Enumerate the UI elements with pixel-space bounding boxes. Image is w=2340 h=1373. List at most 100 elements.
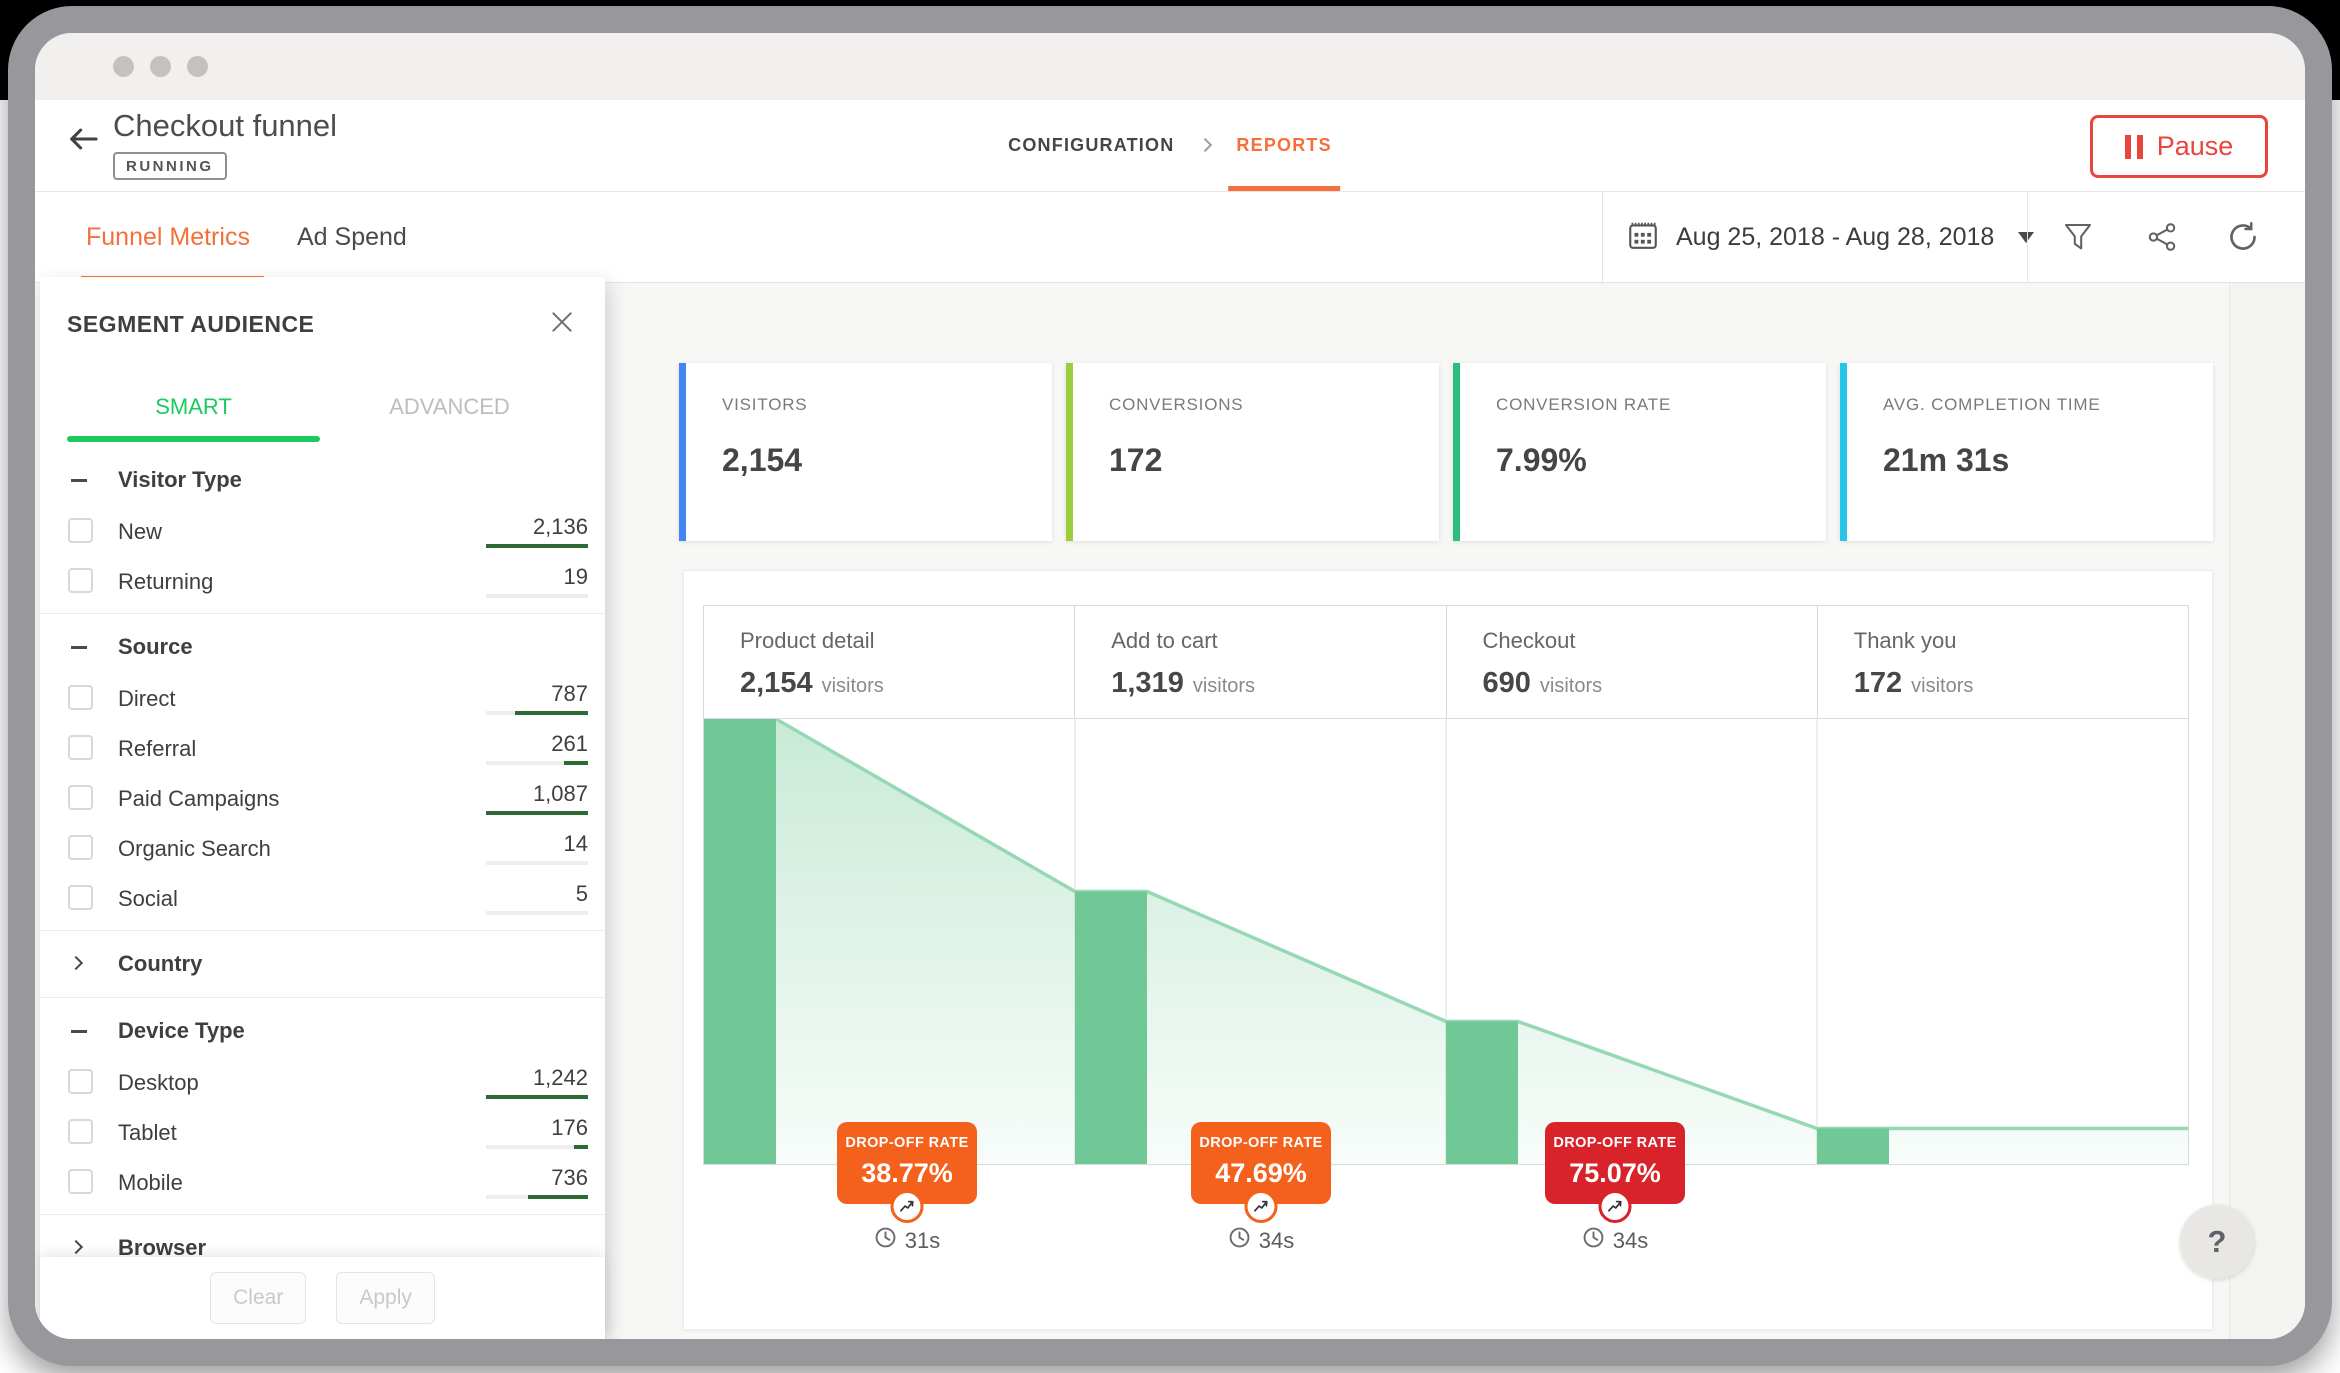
pause-button[interactable]: Pause xyxy=(2090,115,2268,178)
filter-label: Tablet xyxy=(118,1108,177,1158)
dropoff-badge-1: DROP-OFF RATE38.77% xyxy=(837,1122,977,1204)
count-bar-fill xyxy=(515,711,588,715)
filter-item-direct: Direct787 xyxy=(40,674,605,724)
filter-label: Referral xyxy=(118,724,196,774)
tab-funnel-metrics[interactable]: Funnel Metrics xyxy=(86,192,250,282)
section-header-visitor-type[interactable]: Visitor Type xyxy=(40,453,605,507)
funnel-bar-product-detail xyxy=(704,719,776,1164)
checkbox[interactable] xyxy=(68,685,93,710)
filter-count: 5 xyxy=(486,881,588,915)
filter-count: 2,136 xyxy=(486,514,588,548)
stat-label: CONVERSIONS xyxy=(1109,395,1439,415)
filter-count: 736 xyxy=(486,1165,588,1199)
checkbox[interactable] xyxy=(68,785,93,810)
trend-icon[interactable] xyxy=(1245,1190,1278,1223)
filter-count-value: 1,242 xyxy=(533,1065,588,1090)
tab-label: Ad Spend xyxy=(297,223,407,252)
checkbox[interactable] xyxy=(68,885,93,910)
checkbox[interactable] xyxy=(68,835,93,860)
close-icon[interactable] xyxy=(544,305,580,341)
tab-advanced[interactable]: ADVANCED xyxy=(323,372,576,442)
date-range-value: Aug 25, 2018 - Aug 28, 2018 xyxy=(1676,223,1994,252)
checkbox[interactable] xyxy=(68,1169,93,1194)
avg-time-value: 34s xyxy=(1259,1228,1294,1254)
stage-visitors: 1,319visitors xyxy=(1111,667,1445,700)
checkbox[interactable] xyxy=(68,568,93,593)
funnel-chart-svg xyxy=(704,719,2188,1164)
refresh-icon[interactable] xyxy=(2221,215,2265,259)
filter-item-new: New 2,136 xyxy=(40,507,605,557)
section-label: Visitor Type xyxy=(118,453,242,507)
stage-name: Checkout xyxy=(1483,628,1817,654)
share-icon[interactable] xyxy=(2140,215,2184,259)
avg-time-value: 31s xyxy=(905,1228,940,1254)
section-header-device-type[interactable]: Device Type xyxy=(40,1004,605,1058)
count-bar-fill xyxy=(486,1095,588,1099)
funnel-table: Product detail2,154visitorsAdd to cart1,… xyxy=(703,605,2189,1165)
filter-count: 14 xyxy=(486,831,588,865)
filter-label: New xyxy=(118,507,162,557)
filter-count: 1,087 xyxy=(486,781,588,815)
filter-item-paid-campaigns: Paid Campaigns1,087 xyxy=(40,774,605,824)
section-header-country[interactable]: Country xyxy=(40,937,605,991)
tab-smart[interactable]: SMART xyxy=(67,372,320,442)
help-button[interactable]: ? xyxy=(2180,1205,2254,1279)
tab-label: SMART xyxy=(155,394,232,420)
filter-count-value: 14 xyxy=(564,831,588,856)
checkbox[interactable] xyxy=(68,518,93,543)
stat-value: 172 xyxy=(1109,442,1439,479)
count-bar-track xyxy=(486,544,588,548)
filter-count: 1,242 xyxy=(486,1065,588,1099)
avg-time-value: 34s xyxy=(1613,1228,1648,1254)
dropoff-avg-time: 34s xyxy=(1191,1226,1331,1255)
stage-visitors: 172visitors xyxy=(1854,667,2188,700)
back-icon[interactable] xyxy=(61,118,105,162)
page-title: Checkout funnel xyxy=(113,108,337,144)
filter-count-value: 787 xyxy=(551,681,588,706)
funnel-stage-product-detail: Product detail2,154visitors xyxy=(704,606,1075,718)
tab-ad-spend[interactable]: Ad Spend xyxy=(297,192,407,282)
window-control-dot xyxy=(187,56,208,77)
trend-icon[interactable] xyxy=(1599,1190,1632,1223)
funnel-bar-checkout xyxy=(1446,1021,1518,1164)
count-bar-track xyxy=(486,811,588,815)
section-header-source[interactable]: Source xyxy=(40,620,605,674)
section-header-browser[interactable]: Browser xyxy=(40,1221,605,1257)
filter-item-referral: Referral 261 xyxy=(40,724,605,774)
dropoff-avg-time: 34s xyxy=(1545,1226,1685,1255)
filter-label: Returning xyxy=(118,557,213,607)
filter-icon[interactable] xyxy=(2056,215,2100,259)
filter-count: 261 xyxy=(486,731,588,765)
funnel-stage-thank-you: Thank you172visitors xyxy=(1818,606,2188,718)
apply-button[interactable]: Apply xyxy=(336,1272,435,1324)
checkbox[interactable] xyxy=(68,1069,93,1094)
breadcrumb-configuration[interactable]: CONFIGURATION xyxy=(1008,100,1174,191)
count-bar-fill xyxy=(486,811,588,815)
section-label: Device Type xyxy=(118,1004,245,1058)
toolbar-divider xyxy=(2027,192,2028,282)
count-bar-fill xyxy=(486,544,588,548)
filter-count-value: 5 xyxy=(576,881,588,906)
breadcrumb-reports[interactable]: REPORTS xyxy=(1236,100,1331,191)
help-label: ? xyxy=(2208,1224,2227,1259)
count-bar-track xyxy=(486,1145,588,1149)
filter-count: 176 xyxy=(486,1115,588,1149)
tab-bar: Funnel Metrics Ad Spend xyxy=(35,192,2305,283)
collapse-icon xyxy=(71,1030,87,1033)
filter-item-desktop: Desktop1,242 xyxy=(40,1058,605,1108)
count-bar-track xyxy=(486,1195,588,1199)
checkbox[interactable] xyxy=(68,1119,93,1144)
funnel-bar-add-to-cart xyxy=(1075,892,1147,1164)
checkbox[interactable] xyxy=(68,735,93,760)
stat-label: VISITORS xyxy=(722,395,1052,415)
date-range-picker[interactable]: Aug 25, 2018 - Aug 28, 2018 xyxy=(1626,192,2034,282)
clear-button[interactable]: Clear xyxy=(210,1272,306,1324)
filter-section-device-type: Device TypeDesktop1,242Tablet 176 Mobile73… xyxy=(40,997,605,1214)
clock-icon xyxy=(1582,1226,1605,1255)
title-group: Checkout funnel RUNNING xyxy=(113,108,337,180)
dropoff-label: DROP-OFF RATE xyxy=(1191,1135,1331,1151)
filter-item-mobile: Mobile736 xyxy=(40,1158,605,1208)
trend-icon[interactable] xyxy=(891,1190,924,1223)
dropoff-rate-value: 75.07% xyxy=(1545,1158,1685,1189)
segment-audience-panel: SEGMENT AUDIENCE SMART ADVANCED Visitor … xyxy=(40,277,605,1339)
